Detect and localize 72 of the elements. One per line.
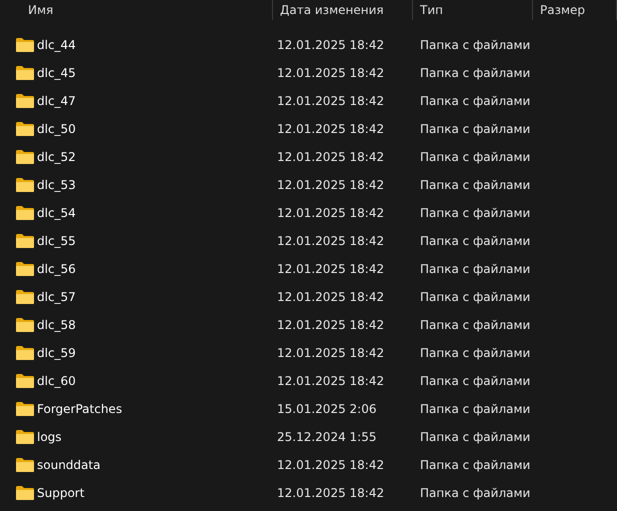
- folder-icon: [15, 121, 35, 137]
- folder-icon: [15, 37, 35, 53]
- file-type: Папка с файлами: [420, 262, 530, 276]
- file-name[interactable]: dlc_50: [37, 122, 76, 136]
- modified-date: 12.01.2025 18:42: [277, 150, 384, 164]
- file-name[interactable]: dlc_47: [37, 94, 76, 108]
- file-name[interactable]: dlc_54: [37, 206, 76, 220]
- folder-icon: [15, 373, 35, 389]
- modified-date: 12.01.2025 18:42: [277, 346, 384, 360]
- folder-icon: [15, 429, 35, 445]
- file-type: Папка с файлами: [420, 346, 530, 360]
- modified-date: 12.01.2025 18:42: [277, 94, 384, 108]
- file-name[interactable]: dlc_52: [37, 150, 76, 164]
- modified-date: 25.12.2024 1:55: [277, 430, 376, 444]
- modified-date: 12.01.2025 18:42: [277, 458, 384, 472]
- file-type: Папка с файлами: [420, 374, 530, 388]
- file-name[interactable]: ForgerPatches: [37, 402, 122, 416]
- file-name[interactable]: dlc_56: [37, 262, 76, 276]
- folder-icon: [15, 233, 35, 249]
- modified-date: 12.01.2025 18:42: [277, 178, 384, 192]
- file-type: Папка с файлами: [420, 430, 530, 444]
- modified-date: 15.01.2025 2:06: [277, 402, 376, 416]
- file-type: Папка с файлами: [420, 122, 530, 136]
- file-name[interactable]: dlc_60: [37, 374, 76, 388]
- folder-icon: [15, 205, 35, 221]
- file-name[interactable]: dlc_57: [37, 290, 76, 304]
- folder-icon: [15, 261, 35, 277]
- folder-icon: [15, 65, 35, 81]
- file-name[interactable]: logs: [37, 430, 62, 444]
- folder-icon: [15, 93, 35, 109]
- modified-date: 12.01.2025 18:42: [277, 374, 384, 388]
- file-type: Папка с файлами: [420, 290, 530, 304]
- folder-icon: [15, 401, 35, 417]
- file-type: Папка с файлами: [420, 206, 530, 220]
- file-name[interactable]: sounddata: [37, 458, 100, 472]
- file-name[interactable]: dlc_44: [37, 38, 76, 52]
- file-name[interactable]: dlc_55: [37, 234, 76, 248]
- column-header[interactable]: Имя: [28, 3, 54, 17]
- modified-date: 12.01.2025 18:42: [277, 122, 384, 136]
- file-name[interactable]: dlc_53: [37, 178, 76, 192]
- folder-icon: [15, 177, 35, 193]
- column-header[interactable]: Дата изменения: [280, 3, 384, 17]
- file-type: Папка с файлами: [420, 234, 530, 248]
- folder-icon: [15, 149, 35, 165]
- file-type: Папка с файлами: [420, 150, 530, 164]
- modified-date: 12.01.2025 18:42: [277, 206, 384, 220]
- file-type: Папка с файлами: [420, 402, 530, 416]
- folder-icon: [15, 345, 35, 361]
- file-type: Папка с файлами: [420, 38, 530, 52]
- modified-date: 12.01.2025 18:42: [277, 234, 384, 248]
- file-name[interactable]: Support: [37, 486, 84, 500]
- file-name[interactable]: dlc_58: [37, 318, 76, 332]
- column-header[interactable]: Тип: [420, 3, 443, 17]
- modified-date: 12.01.2025 18:42: [277, 318, 384, 332]
- modified-date: 12.01.2025 18:42: [277, 290, 384, 304]
- file-type: Папка с файлами: [420, 458, 530, 472]
- folder-icon: [15, 289, 35, 305]
- file-type: Папка с файлами: [420, 178, 530, 192]
- file-type: Папка с файлами: [420, 486, 530, 500]
- folder-icon: [15, 317, 35, 333]
- file-name[interactable]: dlc_45: [37, 66, 76, 80]
- column-header[interactable]: Размер: [540, 3, 586, 17]
- folder-icon: [15, 485, 35, 501]
- modified-date: 12.01.2025 18:42: [277, 66, 384, 80]
- modified-date: 12.01.2025 18:42: [277, 38, 384, 52]
- file-type: Папка с файлами: [420, 66, 530, 80]
- file-type: Папка с файлами: [420, 318, 530, 332]
- folder-icon: [15, 457, 35, 473]
- modified-date: 12.01.2025 18:42: [277, 262, 384, 276]
- modified-date: 12.01.2025 18:42: [277, 486, 384, 500]
- file-type: Папка с файлами: [420, 94, 530, 108]
- file-name[interactable]: dlc_59: [37, 346, 76, 360]
